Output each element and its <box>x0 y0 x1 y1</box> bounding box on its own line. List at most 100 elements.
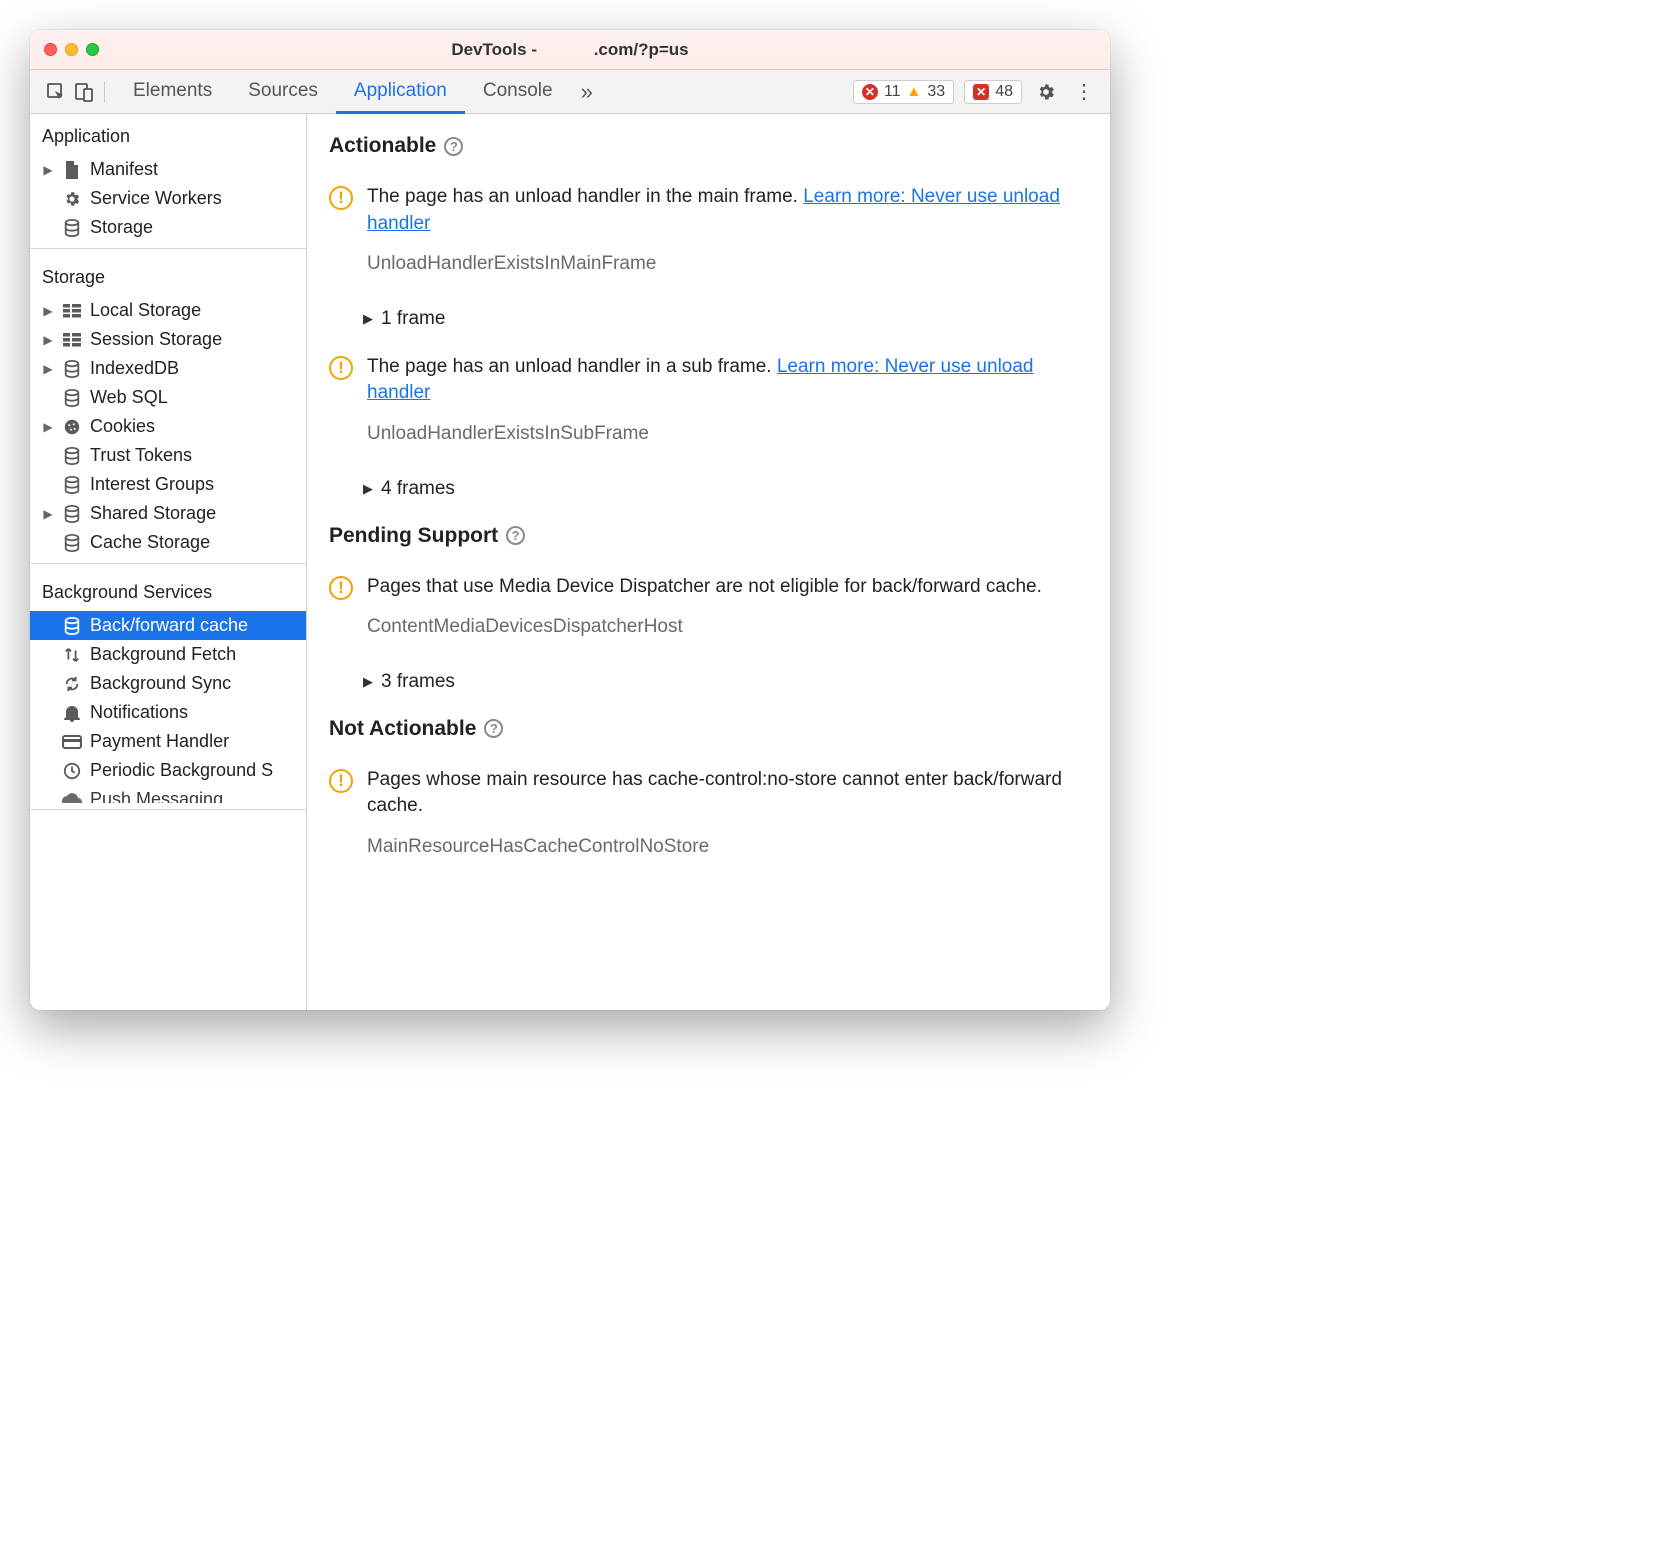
tab-sources[interactable]: Sources <box>230 71 336 114</box>
chevron-right-icon: ▶ <box>363 311 373 327</box>
sidebar-item-periodic-background-sync[interactable]: ▶Periodic Background S <box>30 756 306 785</box>
section-title: Pending Support <box>329 524 498 548</box>
sidebar-item-service-workers[interactable]: ▶Service Workers <box>30 184 306 213</box>
sidebar-item-label: Session Storage <box>90 329 222 350</box>
sidebar-item-local-storage[interactable]: ▶Local Storage <box>30 296 306 325</box>
section-title: Actionable <box>329 134 436 158</box>
kebab-menu-icon[interactable]: ⋮ <box>1070 79 1098 104</box>
divider <box>30 809 306 810</box>
sidebar-item-label: Notifications <box>90 702 188 723</box>
issue-body: Pages whose main resource has cache-cont… <box>367 767 1088 861</box>
frames-toggle[interactable]: ▶4 frames <box>363 478 1088 500</box>
divider <box>30 563 306 564</box>
sidebar-item-interest-groups[interactable]: ▶Interest Groups <box>30 470 306 499</box>
chevron-right-icon: ▶ <box>42 304 54 318</box>
toolbar-right: ✕ 11 ▲ 33 ✕ 48 ⋮ <box>853 79 1098 104</box>
warning-count: 33 <box>927 83 945 101</box>
more-tabs-icon[interactable]: » <box>571 70 603 113</box>
chevron-right-icon: ▶ <box>42 362 54 376</box>
sidebar-item-label: Cache Storage <box>90 532 210 553</box>
db-icon <box>62 388 82 408</box>
window-title: DevTools - .com/?p=us <box>30 40 1110 60</box>
sidebar-item-label: Push Messaging <box>90 789 223 803</box>
sidebar-item-label: Periodic Background S <box>90 760 273 781</box>
inspect-element-icon[interactable] <box>42 78 70 106</box>
sidebar-item-label: IndexedDB <box>90 358 179 379</box>
sidebar-item-label: Web SQL <box>90 387 168 408</box>
sidebar-item-notifications[interactable]: ▶Notifications <box>30 698 306 727</box>
db-icon <box>62 446 82 466</box>
warning-circle-icon: ! <box>329 769 353 793</box>
issue-message-text: Pages that use Media Device Dispatcher a… <box>367 576 1042 597</box>
devtools-window: DevTools - .com/?p=us Elements Sources A… <box>30 30 1110 1010</box>
tab-elements[interactable]: Elements <box>115 71 230 114</box>
issue-code: UnloadHandlerExistsInMainFrame <box>367 251 1088 278</box>
sidebar-section-label: Application <box>30 114 306 155</box>
issue-message: The page has an unload handler in the ma… <box>367 184 1088 237</box>
db-icon <box>62 475 82 495</box>
settings-icon[interactable] <box>1032 82 1060 102</box>
help-icon[interactable]: ? <box>484 719 503 738</box>
frames-label: 3 frames <box>381 671 455 693</box>
frames-toggle[interactable]: ▶1 frame <box>363 308 1088 330</box>
sidebar-item-push-messaging[interactable]: ▶Push Messaging <box>30 785 306 803</box>
chevron-right-icon: ▶ <box>42 163 54 177</box>
tab-console[interactable]: Console <box>465 71 571 114</box>
tab-application[interactable]: Application <box>336 71 465 114</box>
warning-icon: ▲ <box>907 83 922 100</box>
cookie-icon <box>62 417 82 437</box>
sidebar-item-background-fetch[interactable]: ▶Background Fetch <box>30 640 306 669</box>
sidebar-item-label: Manifest <box>90 159 158 180</box>
title-prefix: DevTools - <box>451 40 537 59</box>
sidebar-item-web-sql[interactable]: ▶Web SQL <box>30 383 306 412</box>
sidebar-item-background-sync[interactable]: ▶Background Sync <box>30 669 306 698</box>
sidebar-item-label: Back/forward cache <box>90 615 248 636</box>
db-icon <box>62 616 82 636</box>
sidebar-item-back-forward-cache[interactable]: ▶Back/forward cache <box>30 611 306 640</box>
sync-icon <box>62 674 82 694</box>
device-toolbar-icon[interactable] <box>70 78 98 106</box>
help-icon[interactable]: ? <box>444 137 463 156</box>
sidebar-item-trust-tokens[interactable]: ▶Trust Tokens <box>30 441 306 470</box>
bell-icon <box>62 703 82 723</box>
sidebar-item-cache-storage[interactable]: ▶Cache Storage <box>30 528 306 557</box>
sidebar-item-storage[interactable]: ▶Storage <box>30 213 306 242</box>
warning-circle-icon: ! <box>329 576 353 600</box>
section-heading: Not Actionable? <box>329 717 1088 741</box>
sidebar-item-shared-storage[interactable]: ▶Shared Storage <box>30 499 306 528</box>
section-heading: Pending Support? <box>329 524 1088 548</box>
issue-row: ! Pages whose main resource has cache-con… <box>329 767 1088 861</box>
sidebar-item-label: Cookies <box>90 416 155 437</box>
frames-label: 4 frames <box>381 478 455 500</box>
issue-code: UnloadHandlerExistsInSubFrame <box>367 421 1088 448</box>
issue-message-text: The page has an unload handler in a sub … <box>367 356 777 377</box>
issues-button[interactable]: ✕ 48 <box>964 80 1022 104</box>
sidebar-item-cookies[interactable]: ▶ Cookies <box>30 412 306 441</box>
help-icon[interactable]: ? <box>506 526 525 545</box>
sidebar-item-label: Background Fetch <box>90 644 236 665</box>
db-icon <box>62 218 82 238</box>
sidebar-item-session-storage[interactable]: ▶ Session Storage <box>30 325 306 354</box>
main-panel: Actionable?! The page has an unload handl… <box>307 114 1110 1010</box>
warning-circle-icon: ! <box>329 186 353 210</box>
issue-message-text: Pages whose main resource has cache-cont… <box>367 769 1062 817</box>
sidebar-section-label: Background Services <box>30 570 306 611</box>
issue-row: ! The page has an unload handler in a sub… <box>329 354 1088 448</box>
issues-icon: ✕ <box>973 84 989 100</box>
warning-circle-icon: ! <box>329 356 353 380</box>
issue-body: The page has an unload handler in a sub … <box>367 354 1088 448</box>
sidebar-item-label: Shared Storage <box>90 503 216 524</box>
issue-message: Pages that use Media Device Dispatcher a… <box>367 574 1088 601</box>
frames-toggle[interactable]: ▶3 frames <box>363 671 1088 693</box>
console-status-button[interactable]: ✕ 11 ▲ 33 <box>853 80 954 104</box>
issue-code: ContentMediaDevicesDispatcherHost <box>367 614 1088 641</box>
chevron-right-icon: ▶ <box>42 333 54 347</box>
sidebar-item-indexeddb[interactable]: ▶ IndexedDB <box>30 354 306 383</box>
chevron-right-icon: ▶ <box>42 420 54 434</box>
sidebar-item-manifest[interactable]: ▶ Manifest <box>30 155 306 184</box>
gear-icon <box>62 189 82 209</box>
sidebar-item-payment-handler[interactable]: ▶Payment Handler <box>30 727 306 756</box>
file-icon <box>62 160 82 180</box>
sidebar-section-label: Storage <box>30 255 306 296</box>
divider <box>30 248 306 249</box>
